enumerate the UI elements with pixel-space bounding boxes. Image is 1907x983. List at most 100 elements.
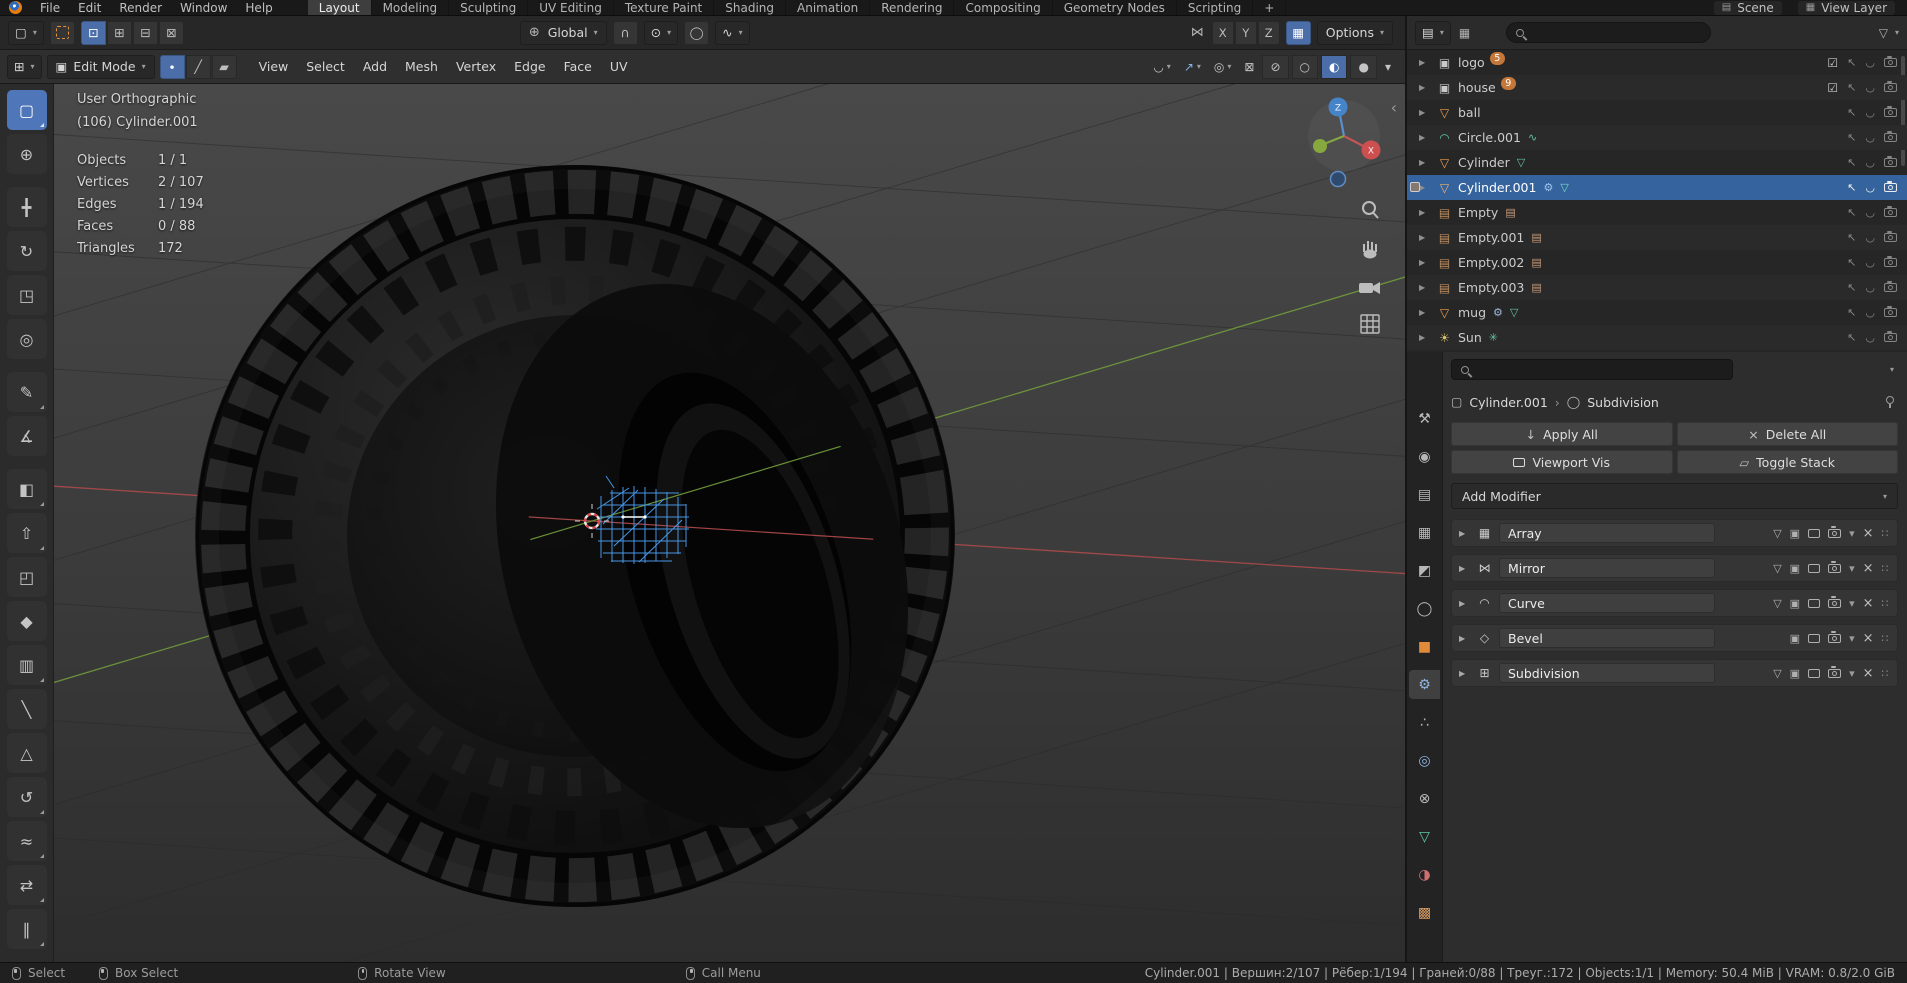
tool-rotate[interactable]: ↻ [6, 231, 47, 271]
render-toggle[interactable] [1828, 666, 1842, 678]
workspace-tab-scripting[interactable]: Scripting [1177, 0, 1254, 15]
hide-viewport-icon[interactable]: ◡ [1865, 281, 1875, 294]
exclude-checkbox[interactable]: ☑ [1827, 56, 1838, 70]
edge-select-mode[interactable]: ╱ [185, 54, 211, 79]
realtime-display-toggle[interactable] [1808, 668, 1821, 678]
render-toggle[interactable] [1828, 596, 1842, 608]
shading-solid[interactable]: ○ [1291, 54, 1318, 79]
delete-modifier-button[interactable]: × [1863, 596, 1874, 611]
selectable-icon[interactable]: ↖ [1847, 156, 1856, 169]
expand-arrow-icon[interactable]: ▶ [1419, 308, 1436, 317]
modifier-extras-menu[interactable]: ▾ [1849, 597, 1855, 610]
tool-loop-cut[interactable]: ▥ [6, 645, 47, 685]
expand-arrow-icon[interactable]: ▶ [1419, 283, 1436, 292]
editor-type-selector[interactable]: ⊞ ▾ [7, 54, 42, 79]
disable-render-icon[interactable] [1884, 80, 1897, 92]
tool-bevel[interactable]: ◆ [6, 601, 47, 641]
disable-render-icon[interactable] [1884, 55, 1897, 67]
outliner-item[interactable]: ▶ ◠ Circle.001 ∿ ↖ ◡ [1407, 125, 1907, 150]
expand-arrow-icon[interactable]: ▶ [1459, 634, 1470, 643]
selectable-icon[interactable]: ↖ [1847, 81, 1856, 94]
selectable-icon[interactable]: ↖ [1847, 231, 1856, 244]
disable-render-icon[interactable] [1884, 180, 1897, 192]
filter-icon[interactable]: ▽ [1879, 26, 1888, 40]
on-cage-toggle[interactable]: ▽ [1773, 527, 1781, 540]
properties-tab-material[interactable]: ◑ [1409, 860, 1440, 889]
blender-logo-icon[interactable] [9, 1, 22, 14]
workspace-tab-layout[interactable]: Layout [307, 0, 372, 15]
modifier-extras-menu[interactable]: ▾ [1849, 632, 1855, 645]
outliner-item[interactable]: ▶ ▣ logo 5 ☑ ↖ ◡ [1407, 50, 1907, 75]
workspace-tab-uv-editing[interactable]: UV Editing [528, 0, 614, 15]
drag-handle[interactable]: ∷ [1882, 632, 1891, 645]
modifier-name-field[interactable]: Mirror [1499, 558, 1715, 578]
on-cage-toggle[interactable]: ▽ [1773, 562, 1781, 575]
edit-mode-toggle[interactable]: ▣ [1790, 562, 1800, 575]
view-layer-selector[interactable]: ▦ View Layer [1797, 0, 1895, 15]
select-mode-subtract[interactable]: ⊟ [132, 20, 158, 45]
selectable-icon[interactable]: ↖ [1847, 256, 1856, 269]
delete-modifier-button[interactable]: × [1863, 666, 1874, 681]
disable-render-icon[interactable] [1884, 205, 1897, 217]
object-name[interactable]: logo [1458, 55, 1485, 70]
selectable-icon[interactable]: ↖ [1847, 331, 1856, 344]
expand-arrow-icon[interactable]: ▶ [1419, 208, 1436, 217]
modifier-panel[interactable]: ▶ ◇ Bevel ▣ ▾ × ∷ [1451, 624, 1898, 652]
tool-measure[interactable]: ∡ [6, 416, 47, 456]
properties-options-icon[interactable]: ▾ [1890, 365, 1898, 374]
modifier-extras-menu[interactable]: ▾ [1849, 667, 1855, 680]
expand-arrow-icon[interactable]: ▶ [1419, 233, 1436, 242]
pin-icon[interactable] [1884, 396, 1894, 408]
menu-vertex[interactable]: Vertex [447, 55, 505, 78]
realtime-display-toggle[interactable] [1808, 633, 1821, 643]
shading-material-preview[interactable]: ◐ [1321, 54, 1348, 79]
properties-tab-texture[interactable]: ▩ [1409, 898, 1440, 927]
xray-toggle[interactable]: ⊠ [1239, 55, 1259, 79]
expand-arrow-icon[interactable]: ▶ [1419, 333, 1436, 342]
add-modifier-dropdown[interactable]: Add Modifier ▾ [1451, 483, 1898, 509]
delete-all-button[interactable]: × Delete All [1676, 422, 1898, 446]
menu-add[interactable]: Add [354, 55, 396, 78]
menu-help[interactable]: Help [236, 0, 281, 15]
expand-arrow-icon[interactable]: ▶ [1419, 108, 1436, 117]
breadcrumb-panel[interactable]: Subdivision [1587, 395, 1659, 410]
active-tool-dropdown[interactable]: ▢ ▾ [8, 20, 44, 45]
object-name[interactable]: Empty [1458, 205, 1498, 220]
menu-edge[interactable]: Edge [505, 55, 554, 78]
hide-viewport-icon[interactable]: ◡ [1865, 56, 1875, 69]
mirror-x-toggle[interactable]: X [1211, 20, 1234, 45]
overlays-dropdown[interactable]: ◎ ▾ [1209, 55, 1237, 79]
select-mode-extend[interactable]: ⊞ [106, 20, 132, 45]
outliner-item[interactable]: ▶ ▤ Empty.001 ▤ ↖ ◡ [1407, 225, 1907, 250]
expand-arrow-icon[interactable]: ▶ [1419, 183, 1436, 192]
hide-viewport-icon[interactable]: ◡ [1865, 156, 1875, 169]
outliner-editor-type-button[interactable]: ▤ ▾ [1415, 20, 1451, 45]
expand-arrow-icon[interactable]: ▶ [1419, 133, 1436, 142]
workspace-tab-geometry-nodes[interactable]: Geometry Nodes [1053, 0, 1177, 15]
exclude-checkbox[interactable]: ☑ [1827, 81, 1838, 95]
properties-tab-constraints[interactable]: ⊗ [1409, 784, 1440, 813]
expand-arrow-icon[interactable]: ▶ [1419, 83, 1436, 92]
object-name[interactable]: ball [1458, 105, 1481, 120]
selectable-icon[interactable]: ↖ [1847, 281, 1856, 294]
render-toggle[interactable] [1828, 631, 1842, 643]
object-name[interactable]: house [1458, 80, 1496, 95]
transform-orientation-dropdown[interactable]: ⊕ Global ▾ [519, 20, 607, 45]
tool-poly-build[interactable]: △ [6, 733, 47, 773]
add-workspace-button[interactable]: + [1253, 0, 1287, 15]
menu-face[interactable]: Face [555, 55, 601, 78]
outliner-item[interactable]: ▶ ▣ house 9 ☑ ↖ ◡ [1407, 75, 1907, 100]
expand-arrow-icon[interactable]: ▶ [1419, 58, 1436, 67]
vertex-select-mode[interactable]: ∙ [159, 54, 185, 79]
outliner-item[interactable]: ▶ ▽ ball ↖ ◡ [1407, 100, 1907, 125]
selectable-icon[interactable]: ↖ [1847, 206, 1856, 219]
disable-render-icon[interactable] [1884, 155, 1897, 167]
hide-viewport-icon[interactable]: ◡ [1865, 181, 1875, 194]
tool-transform[interactable]: ◎ [6, 319, 47, 359]
disable-render-icon[interactable] [1884, 330, 1897, 342]
modifier-name-field[interactable]: Subdivision [1499, 663, 1715, 683]
workspace-tab-compositing[interactable]: Compositing [954, 0, 1053, 15]
outliner-item[interactable]: ▶ ▤ Empty.003 ▤ ↖ ◡ [1407, 275, 1907, 300]
menu-mesh[interactable]: Mesh [396, 55, 447, 78]
gizmos-dropdown[interactable]: ↗ ▾ [1179, 55, 1206, 79]
